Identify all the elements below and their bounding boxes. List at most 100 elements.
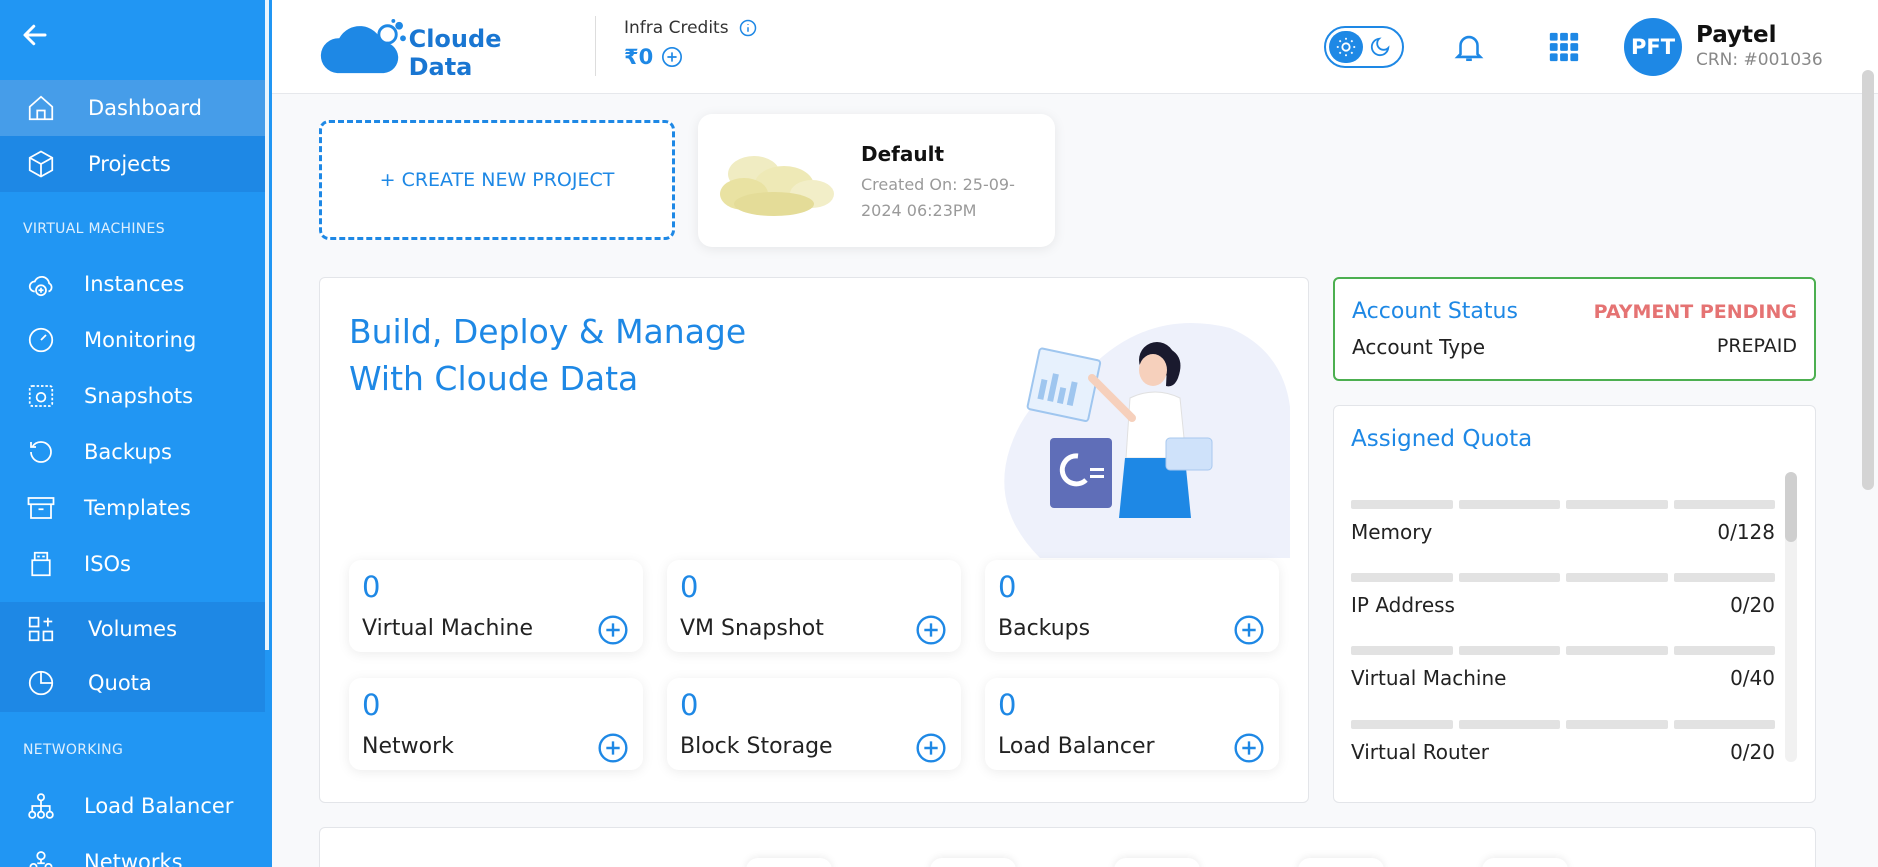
sidebar-item-label: Snapshots xyxy=(84,384,194,408)
stat-label: Load Balancer xyxy=(998,734,1155,759)
hero-line-2: With Cloude Data xyxy=(349,359,639,398)
sidebar-item-label: Projects xyxy=(88,152,171,176)
sidebar-item-instances[interactable]: Instances xyxy=(0,256,265,312)
add-circle-icon[interactable] xyxy=(597,614,629,646)
quota-name: Virtual Router xyxy=(1351,740,1489,764)
create-project-button[interactable]: + CREATE NEW PROJECT xyxy=(319,120,675,240)
quota-name: Memory xyxy=(1351,520,1433,544)
user-avatar[interactable]: PFT xyxy=(1624,18,1682,76)
stat-value: 0 xyxy=(998,570,1017,604)
quota-row-virtual-router: Virtual Router 0/20 xyxy=(1351,720,1775,780)
sidebar-item-label: Quota xyxy=(88,671,152,695)
sidebar-item-label: Backups xyxy=(84,440,172,464)
sidebar: Dashboard Projects VIRTUAL MACHINES Inst… xyxy=(0,0,272,867)
sidebar-item-templates[interactable]: Templates xyxy=(0,480,265,536)
bottom-tile xyxy=(1298,858,1384,867)
header-divider xyxy=(595,16,596,76)
stat-value: 0 xyxy=(362,688,381,722)
add-circle-icon[interactable] xyxy=(1233,732,1265,764)
gauge-icon xyxy=(28,327,54,353)
apps-grid-icon[interactable] xyxy=(1547,30,1581,64)
hierarchy-icon xyxy=(28,793,54,819)
cube-icon xyxy=(28,150,54,178)
add-circle-icon[interactable] xyxy=(597,732,629,764)
sidebar-item-projects[interactable]: Projects xyxy=(0,136,265,192)
stat-network: 0 Network xyxy=(349,678,643,770)
stat-label: Network xyxy=(362,734,454,759)
page-scrollbar[interactable] xyxy=(1862,70,1874,490)
sidebar-item-load-balancer[interactable]: Load Balancer xyxy=(0,778,265,834)
theme-toggle[interactable] xyxy=(1324,26,1404,68)
account-type-value: PREPAID xyxy=(1716,335,1797,357)
bell-icon[interactable] xyxy=(1452,30,1486,64)
users-network-icon xyxy=(29,851,53,867)
sidebar-item-label: Templates xyxy=(84,496,191,520)
stat-value: 0 xyxy=(362,570,381,604)
quota-scroll-thumb[interactable] xyxy=(1785,472,1797,542)
stat-vm-snapshot: 0 VM Snapshot xyxy=(667,560,961,652)
project-created-date: Created On: 25-09-2024 06:23PM xyxy=(861,175,1015,220)
sidebar-item-isos[interactable]: ISOs xyxy=(0,536,265,592)
sidebar-item-label: Networks xyxy=(84,850,183,867)
stat-block-storage: 0 Block Storage xyxy=(667,678,961,770)
quota-name: Virtual Machine xyxy=(1351,666,1507,690)
brand-logo[interactable]: Cloude Data xyxy=(318,16,568,81)
stat-backups: 0 Backups xyxy=(985,560,1279,652)
sidebar-item-backups[interactable]: Backups xyxy=(0,424,265,480)
sidebar-item-monitoring[interactable]: Monitoring xyxy=(0,312,265,368)
section-label-virtual-machines: VIRTUAL MACHINES xyxy=(23,221,165,237)
camera-icon xyxy=(28,385,54,407)
quota-name: IP Address xyxy=(1351,593,1455,617)
sidebar-item-label: ISOs xyxy=(84,552,131,576)
account-status-card: Account Status PAYMENT PENDING Account T… xyxy=(1333,277,1816,381)
bottom-tile xyxy=(1114,858,1200,867)
add-circle-icon[interactable] xyxy=(915,732,947,764)
user-name[interactable]: Paytel xyxy=(1696,22,1777,48)
quota-progress-bar xyxy=(1351,500,1775,509)
quota-row-memory: Memory 0/128 xyxy=(1351,500,1775,560)
bottom-tile xyxy=(1482,858,1568,867)
home-icon xyxy=(28,95,54,121)
sidebar-item-snapshots[interactable]: Snapshots xyxy=(0,368,265,424)
bottom-section-card xyxy=(319,827,1816,867)
sidebar-network-group: Load Balancer Networks xyxy=(0,778,265,867)
cloud-logo-icon xyxy=(320,18,406,74)
quota-value: 0/128 xyxy=(1717,520,1775,544)
sidebar-item-dashboard[interactable]: Dashboard xyxy=(0,80,265,136)
sidebar-item-label: Monitoring xyxy=(84,328,197,352)
quota-progress-bar xyxy=(1351,646,1775,655)
infra-credits-value: ₹0 xyxy=(624,45,683,69)
quota-progress-bar xyxy=(1351,573,1775,582)
section-label-networking: NETWORKING xyxy=(23,742,124,758)
quota-row-ip-address: IP Address 0/20 xyxy=(1351,573,1775,633)
add-circle-icon[interactable] xyxy=(1233,614,1265,646)
stat-value: 0 xyxy=(680,688,699,722)
sidebar-scrollbar[interactable] xyxy=(265,0,269,650)
add-circle-icon[interactable] xyxy=(915,614,947,646)
add-credits-icon[interactable] xyxy=(661,46,683,68)
sidebar-item-volumes[interactable]: Volumes xyxy=(0,602,265,656)
quota-title: Assigned Quota xyxy=(1351,426,1533,452)
sidebar-storage-group: Volumes Quota xyxy=(0,602,265,712)
hero-headline: Build, Deploy & Manage With Cloude Data xyxy=(349,308,746,402)
archive-icon xyxy=(27,497,55,519)
info-icon[interactable] xyxy=(739,19,757,37)
sidebar-item-label: Load Balancer xyxy=(84,794,234,818)
credits-amount: ₹0 xyxy=(624,45,654,69)
stat-virtual-machine: 0 Virtual Machine xyxy=(349,560,643,652)
history-icon xyxy=(30,441,52,463)
sun-icon[interactable] xyxy=(1329,31,1363,63)
account-status-badge: PAYMENT PENDING xyxy=(1593,301,1797,323)
cloud-plus-icon xyxy=(28,275,53,297)
sidebar-item-quota[interactable]: Quota xyxy=(0,656,265,710)
project-card-default[interactable]: Default Created On: 25-09-2024 06:23PM xyxy=(698,114,1055,247)
stat-label: VM Snapshot xyxy=(680,616,824,641)
moon-icon[interactable] xyxy=(1369,36,1391,58)
volumes-icon xyxy=(28,616,54,642)
assigned-quota-card: Assigned Quota Memory 0/128 IP Address 0… xyxy=(1333,405,1816,803)
quota-progress-bar xyxy=(1351,720,1775,729)
sidebar-item-networks[interactable]: Networks xyxy=(0,834,265,867)
quota-value: 0/40 xyxy=(1730,666,1775,690)
stat-value: 0 xyxy=(680,570,699,604)
back-arrow-icon[interactable] xyxy=(20,20,50,50)
